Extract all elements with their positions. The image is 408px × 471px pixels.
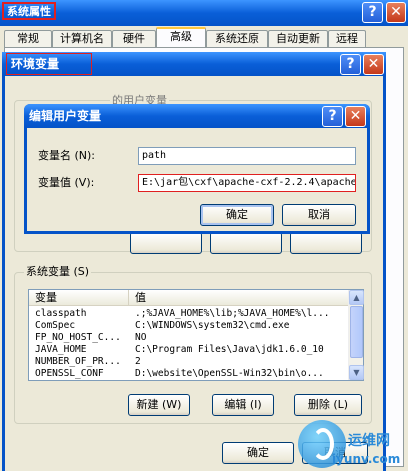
system-properties-help-button[interactable]: ? xyxy=(362,2,383,23)
edit-dialog-title: 编辑用户变量 xyxy=(29,109,102,123)
tab-computer-name[interactable]: 计算机名 xyxy=(52,30,112,47)
system-properties-titlebar xyxy=(0,0,408,26)
env-dialog-help-button[interactable]: ? xyxy=(340,54,361,75)
var-name: NUMBER_OF_PR... xyxy=(35,356,121,367)
tab-general[interactable]: 常规 xyxy=(4,30,52,47)
edit-dialog-close-button[interactable]: ✕ xyxy=(345,106,366,127)
env-dialog-title: 环境变量 xyxy=(6,53,92,75)
var-name: FP_NO_HOST_C... xyxy=(35,332,121,343)
var-value: C:\Program Files\Java\jdk1.6.0_10 xyxy=(135,344,324,355)
scroll-up-arrow-icon[interactable]: ▲ xyxy=(349,290,364,305)
table-row[interactable]: JAVA_HOME C:\Program Files\Java\jdk1.6.0… xyxy=(29,344,348,356)
watermark-domain: iyunv.com xyxy=(332,452,401,466)
var-name: ComSpec xyxy=(35,320,76,331)
env-ok-button[interactable]: 确定 xyxy=(222,442,294,464)
watermark-brand: 运维网 xyxy=(348,433,390,449)
variable-value-label: 变量值 (V): xyxy=(38,176,95,189)
system-variables-list[interactable]: 变量 值 classpath .;%JAVA_HOME%\lib;%JAVA_H… xyxy=(28,289,364,381)
scrollbar-thumb[interactable] xyxy=(350,306,363,358)
system-delete-button[interactable]: 删除 (L) xyxy=(294,394,362,416)
var-name: classpath xyxy=(35,308,87,319)
user-new-button-obscured[interactable] xyxy=(130,232,202,254)
var-value: C:\WINDOWS\system32\cmd.exe xyxy=(135,320,290,331)
list-header: 变量 值 xyxy=(29,290,348,306)
table-row[interactable]: classpath .;%JAVA_HOME%\lib;%JAVA_HOME%\… xyxy=(29,308,348,320)
var-value: 2 xyxy=(135,356,141,367)
tab-hardware[interactable]: 硬件 xyxy=(112,30,156,47)
system-properties-close-button[interactable]: ✕ xyxy=(386,2,406,23)
var-name: OPENSSL_CONF xyxy=(35,368,104,379)
env-dialog-close-button[interactable]: ✕ xyxy=(363,54,384,75)
edit-dialog-help-button[interactable]: ? xyxy=(322,106,343,127)
variable-name-input[interactable]: path xyxy=(138,147,356,165)
variable-name-label: 变量名 (N): xyxy=(38,149,96,162)
list-scrollbar[interactable]: ▲ ▼ xyxy=(348,290,364,380)
system-properties-title: 系统属性 xyxy=(2,2,56,20)
table-row[interactable]: NUMBER_OF_PR... 2 xyxy=(29,356,348,368)
tab-advanced[interactable]: 高级 xyxy=(156,27,206,48)
column-header-variable[interactable]: 变量 xyxy=(29,290,129,306)
var-value: D:\website\OpenSSL-Win32\bin\o... xyxy=(135,368,324,379)
tab-remote[interactable]: 远程 xyxy=(328,30,366,47)
edit-ok-button[interactable]: 确定 xyxy=(200,204,274,226)
table-row[interactable]: ComSpec C:\WINDOWS\system32\cmd.exe xyxy=(29,320,348,332)
system-variables-label: 系统变量 (S) xyxy=(24,265,92,278)
list-rows: classpath .;%JAVA_HOME%\lib;%JAVA_HOME%\… xyxy=(29,308,348,380)
table-row[interactable]: OPENSSL_CONF D:\website\OpenSSL-Win32\bi… xyxy=(29,368,348,380)
user-edit-button-obscured[interactable] xyxy=(210,232,282,254)
table-row[interactable]: FP_NO_HOST_C... NO xyxy=(29,332,348,344)
user-delete-button-obscured[interactable] xyxy=(290,232,362,254)
var-value: NO xyxy=(135,332,147,343)
var-value: .;%JAVA_HOME%\lib;%JAVA_HOME%\l... xyxy=(135,308,330,319)
tab-automatic-updates[interactable]: 自动更新 xyxy=(268,30,328,47)
tab-system-restore[interactable]: 系统还原 xyxy=(206,30,268,47)
var-name: JAVA_HOME xyxy=(35,344,87,355)
system-edit-button[interactable]: 编辑 (I) xyxy=(212,394,274,416)
system-new-button[interactable]: 新建 (W) xyxy=(128,394,190,416)
watermark-swirl-icon xyxy=(312,428,334,460)
scroll-down-arrow-icon[interactable]: ▼ xyxy=(349,365,364,380)
edit-cancel-button[interactable]: 取消 xyxy=(282,204,356,226)
variable-value-input[interactable]: E:\jar包\cxf\apache-cxf-2.2.4\apache xyxy=(138,174,356,192)
column-header-value[interactable]: 值 xyxy=(129,290,348,306)
